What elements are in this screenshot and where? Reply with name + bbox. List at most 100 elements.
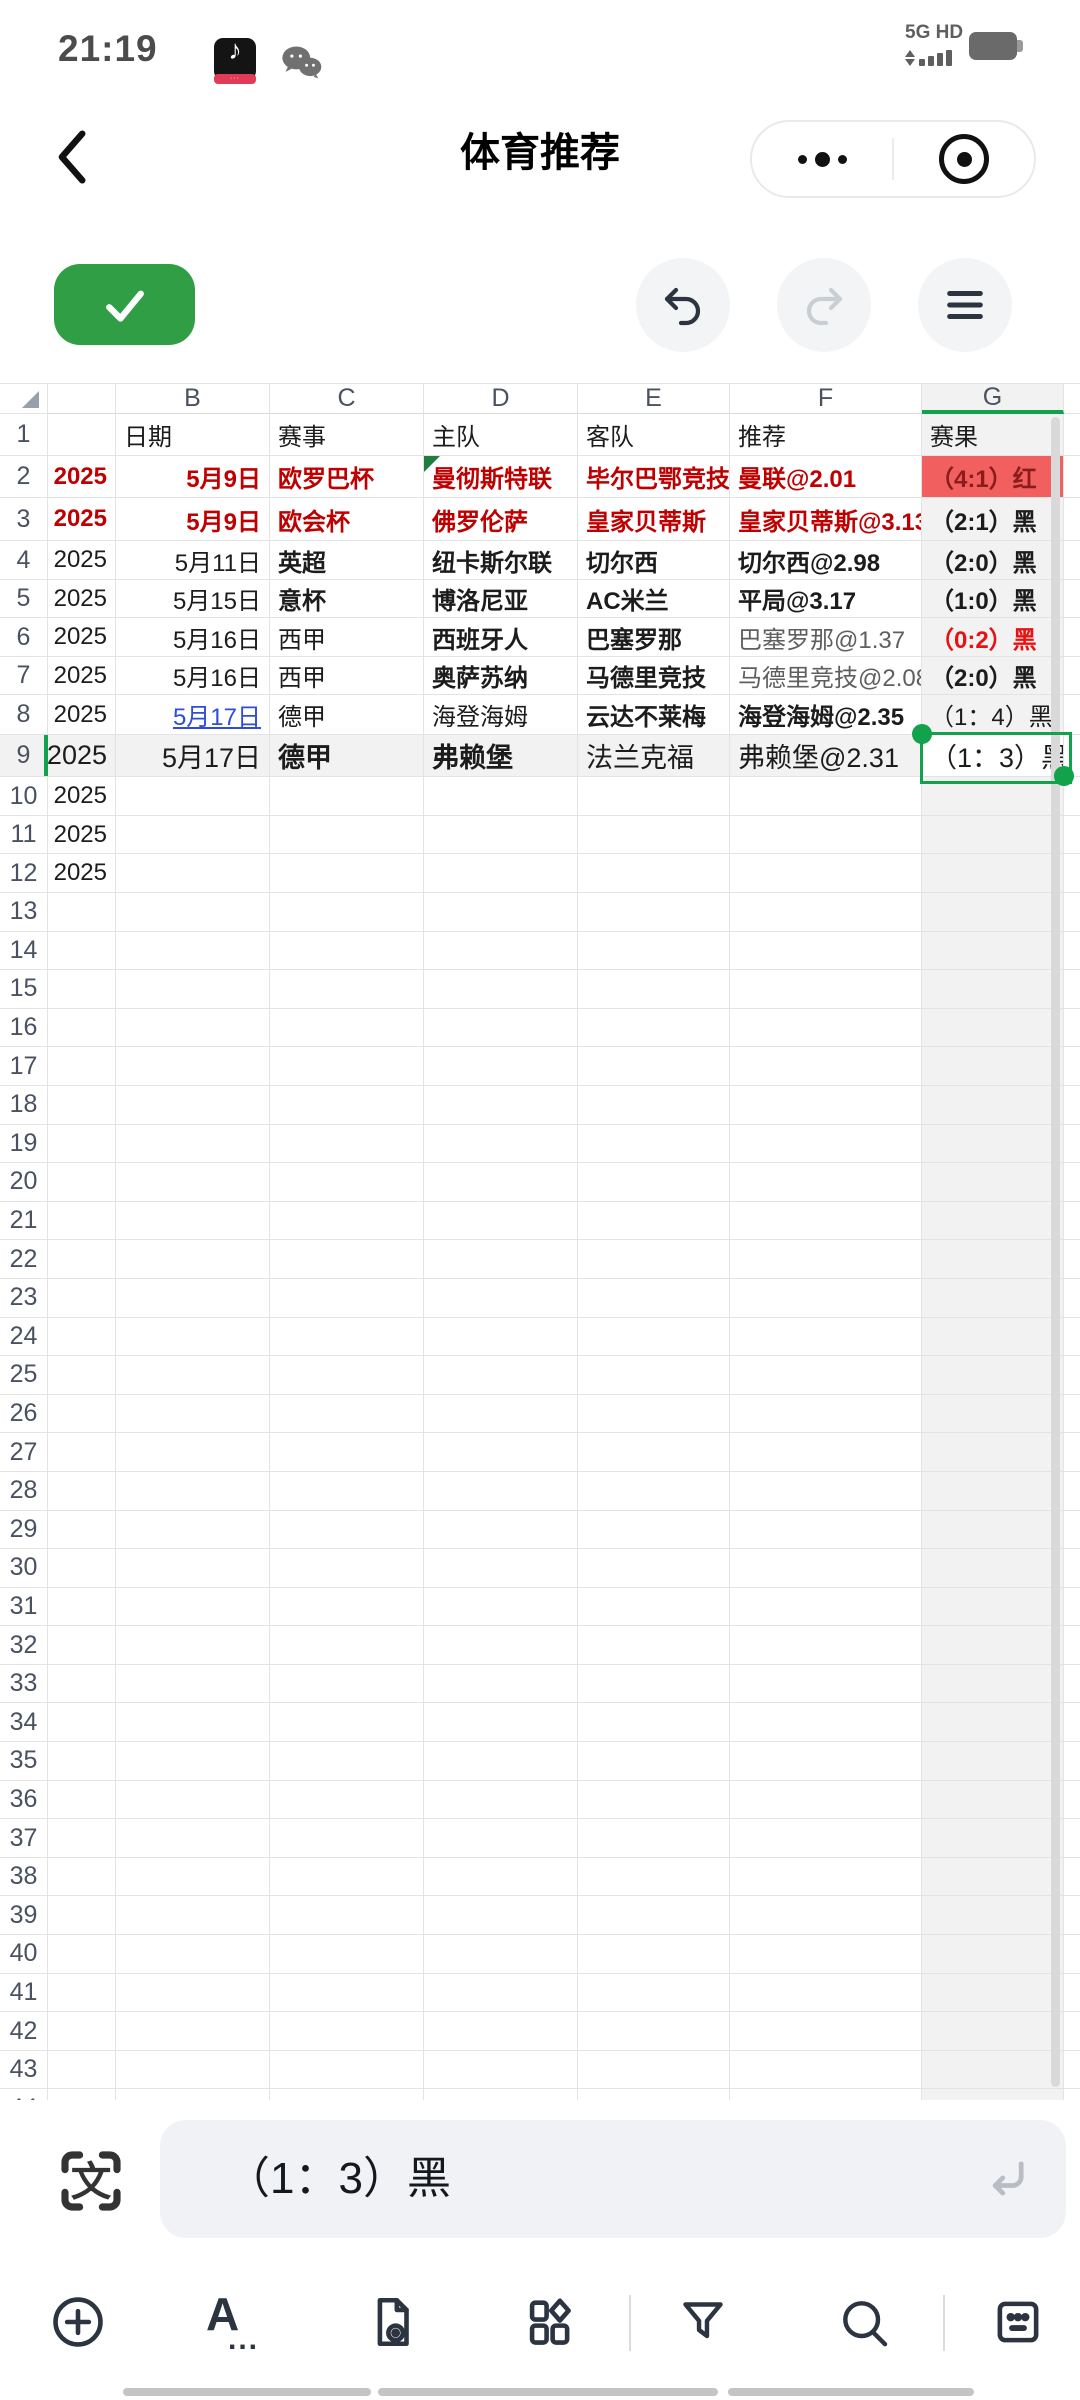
cell-F11[interactable] — [730, 816, 922, 854]
row-header-42[interactable]: 42 — [0, 2012, 48, 2051]
cell-D6[interactable]: 西班牙人 — [424, 618, 578, 657]
row-header-7[interactable]: 7 — [0, 657, 48, 695]
cell-E32[interactable] — [578, 1626, 730, 1665]
cell-E37[interactable] — [578, 1819, 730, 1858]
cell-F21[interactable] — [730, 1201, 922, 1241]
cell-B1[interactable]: 日期 — [116, 414, 270, 456]
cell-G34[interactable] — [922, 1703, 1064, 1743]
cell-G29[interactable] — [922, 1510, 1064, 1550]
cell-B2[interactable]: 5月9日 — [116, 456, 270, 498]
cell-D16[interactable] — [424, 1008, 578, 1048]
row-header-16[interactable]: 16 — [0, 1008, 48, 1048]
cell-A20[interactable] — [48, 1163, 116, 1202]
row-header-10[interactable]: 10 — [0, 777, 48, 816]
cell-A16[interactable] — [48, 1008, 116, 1048]
cell-A23[interactable] — [48, 1278, 116, 1318]
row-header-23[interactable]: 23 — [0, 1278, 48, 1318]
keyboard-button[interactable] — [986, 2290, 1050, 2354]
cell-F41[interactable] — [730, 1973, 922, 2013]
cell-D5[interactable]: 博洛尼亚 — [424, 580, 578, 618]
row-header-4[interactable]: 4 — [0, 541, 48, 580]
row-header-6[interactable]: 6 — [0, 618, 48, 657]
cell-E40[interactable] — [578, 1935, 730, 1974]
cell-G19[interactable] — [922, 1124, 1064, 1164]
cell-F2[interactable]: 曼联@2.01 — [730, 456, 922, 498]
cell-G24[interactable] — [922, 1317, 1064, 1357]
cell-D37[interactable] — [424, 1819, 578, 1858]
row-header-11[interactable]: 11 — [0, 816, 48, 854]
cell-E35[interactable] — [578, 1742, 730, 1781]
row-header-26[interactable]: 26 — [0, 1394, 48, 1434]
cell-F24[interactable] — [730, 1317, 922, 1357]
cell-C10[interactable] — [270, 777, 424, 816]
cell-D43[interactable] — [424, 2050, 578, 2090]
cell-C26[interactable] — [270, 1394, 424, 1434]
cell-G30[interactable] — [922, 1549, 1064, 1588]
row-header-38[interactable]: 38 — [0, 1857, 48, 1897]
cell-A28[interactable] — [48, 1471, 116, 1511]
cell-C33[interactable] — [270, 1664, 424, 1704]
cell-D32[interactable] — [424, 1626, 578, 1665]
cell-E7[interactable]: 马德里竞技 — [578, 657, 730, 695]
insert-button[interactable] — [46, 2290, 110, 2354]
cell-F17[interactable] — [730, 1047, 922, 1086]
cell-B21[interactable] — [116, 1201, 270, 1241]
cell-D7[interactable]: 奥萨苏纳 — [424, 657, 578, 695]
cell-E20[interactable] — [578, 1163, 730, 1202]
cell-D31[interactable] — [424, 1587, 578, 1627]
cell-G32[interactable] — [922, 1626, 1064, 1665]
cell-F36[interactable] — [730, 1780, 922, 1820]
cell-C37[interactable] — [270, 1819, 424, 1858]
cell-F43[interactable] — [730, 2050, 922, 2090]
cell-D18[interactable] — [424, 1085, 578, 1125]
row-header-31[interactable]: 31 — [0, 1587, 48, 1627]
cell-D33[interactable] — [424, 1664, 578, 1704]
cell-A40[interactable] — [48, 1935, 116, 1974]
cell-A32[interactable] — [48, 1626, 116, 1665]
cell-F30[interactable] — [730, 1549, 922, 1588]
cell-A33[interactable] — [48, 1664, 116, 1704]
cell-E14[interactable] — [578, 931, 730, 971]
cell-F39[interactable] — [730, 1896, 922, 1936]
cell-F14[interactable] — [730, 931, 922, 971]
cell-D42[interactable] — [424, 2012, 578, 2051]
cell-A30[interactable] — [48, 1549, 116, 1588]
cell-A3[interactable]: 2025 — [48, 498, 116, 541]
cell-B18[interactable] — [116, 1085, 270, 1125]
cell-B15[interactable] — [116, 970, 270, 1009]
cell-D38[interactable] — [424, 1857, 578, 1897]
cell-G41[interactable] — [922, 1973, 1064, 2013]
cell-F12[interactable] — [730, 854, 922, 893]
cell-G37[interactable] — [922, 1819, 1064, 1858]
row-header-35[interactable]: 35 — [0, 1742, 48, 1781]
cell-C2[interactable]: 欧罗巴杯 — [270, 456, 424, 498]
cell-G27[interactable] — [922, 1433, 1064, 1472]
cell-E8[interactable]: 云达不莱梅 — [578, 695, 730, 735]
cell-B25[interactable] — [116, 1356, 270, 1395]
cell-F10[interactable] — [730, 777, 922, 816]
cell-A34[interactable] — [48, 1703, 116, 1743]
cell-C14[interactable] — [270, 931, 424, 971]
cell-B43[interactable] — [116, 2050, 270, 2090]
row-header-13[interactable]: 13 — [0, 893, 48, 932]
cell-G31[interactable] — [922, 1587, 1064, 1627]
cell-F9[interactable]: 弗赖堡@2.31 — [730, 735, 922, 777]
row-header-17[interactable]: 17 — [0, 1047, 48, 1086]
cell-E29[interactable] — [578, 1510, 730, 1550]
cell-F26[interactable] — [730, 1394, 922, 1434]
search-button[interactable] — [832, 2290, 896, 2354]
cell-G6[interactable]: （0:2）黑 — [922, 618, 1064, 657]
cell-A38[interactable] — [48, 1857, 116, 1897]
cell-F33[interactable] — [730, 1664, 922, 1704]
cell-A41[interactable] — [48, 1973, 116, 2013]
cell-C11[interactable] — [270, 816, 424, 854]
cell-A11[interactable]: 2025 — [48, 816, 116, 854]
enter-icon[interactable] — [980, 2153, 1032, 2210]
cell-G16[interactable] — [922, 1008, 1064, 1048]
cell-G14[interactable] — [922, 931, 1064, 971]
cell-B28[interactable] — [116, 1471, 270, 1511]
cell-E33[interactable] — [578, 1664, 730, 1704]
cell-C3[interactable]: 欧会杯 — [270, 498, 424, 541]
cell-C22[interactable] — [270, 1240, 424, 1279]
cell-C29[interactable] — [270, 1510, 424, 1550]
